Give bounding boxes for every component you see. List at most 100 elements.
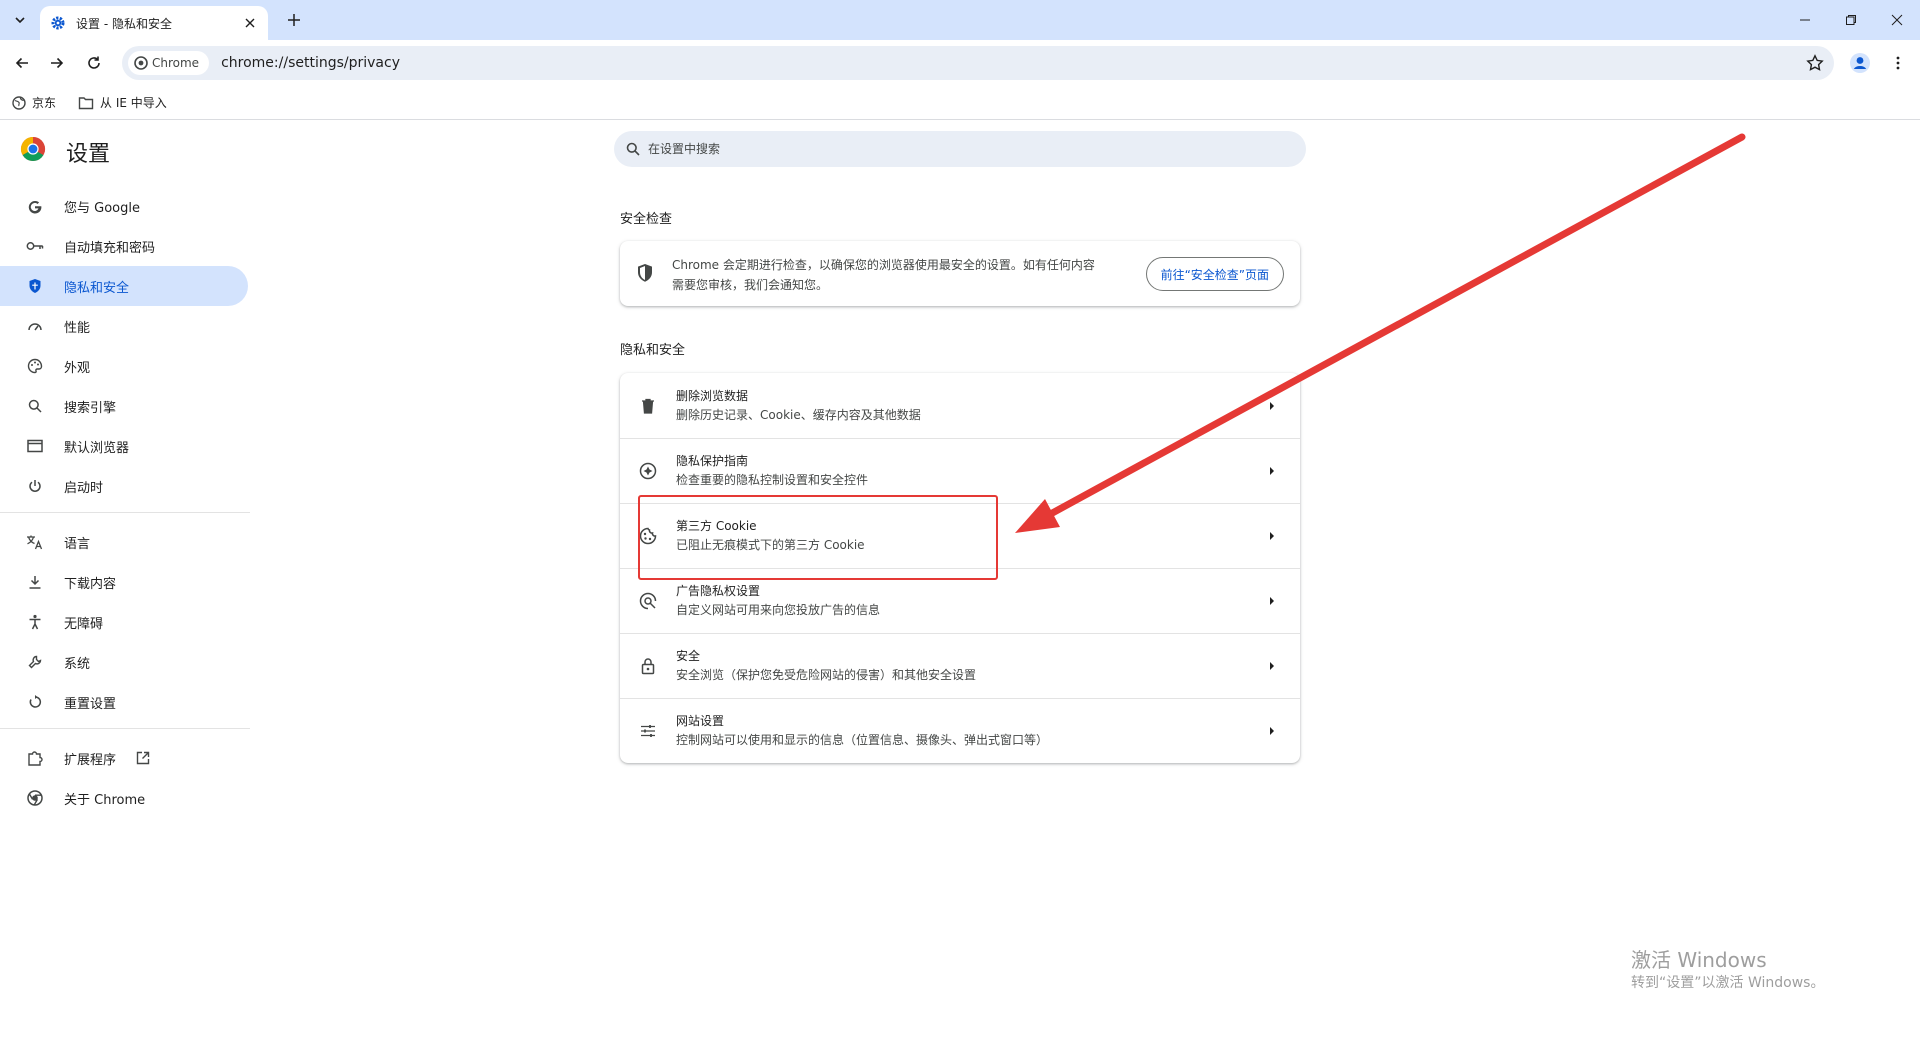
tab-search-button[interactable] <box>8 8 32 32</box>
wrench-icon <box>26 653 44 671</box>
chrome-icon <box>134 56 148 70</box>
safety-check-card: Chrome 会定期进行检查，以确保您的浏览器使用最安全的设置。如有任何内容需要… <box>620 241 1300 306</box>
nav-item-privacy[interactable]: 隐私和安全 <box>0 266 248 306</box>
nav-label: 扩展程序 <box>64 752 117 768</box>
globe-icon <box>12 95 26 110</box>
nav-item-about-chrome[interactable]: 关于 Chrome <box>0 778 248 818</box>
nav-item-languages[interactable]: 语言 <box>0 522 248 562</box>
reload-icon <box>88 56 100 69</box>
nav-divider <box>0 728 250 729</box>
nav-label: 性能 <box>64 320 91 336</box>
nav-item-default-browser[interactable]: 默认浏览器 <box>0 426 248 466</box>
row-subtitle: 控制网站可以使用和显示的信息（位置信息、摄像头、弹出式窗口等） <box>676 733 1049 747</box>
nav-item-accessibility[interactable]: 无障碍 <box>0 602 248 642</box>
nav-item-search-engine[interactable]: 搜索引擎 <box>0 386 248 426</box>
row-title: 广告隐私权设置 <box>676 584 761 598</box>
new-tab-button[interactable] <box>282 8 306 32</box>
back-button[interactable] <box>6 47 38 79</box>
site-info-chip[interactable]: Chrome <box>128 51 210 75</box>
settings-search[interactable] <box>614 131 1306 167</box>
arrow-right-icon <box>51 57 64 69</box>
bookmark-jd[interactable]: 京东 <box>12 94 56 111</box>
nav-label: 重置设置 <box>64 696 117 712</box>
nav-item-system[interactable]: 系统 <box>0 642 248 682</box>
search-input[interactable] <box>648 142 1248 156</box>
translate-icon <box>26 533 44 551</box>
more-vert-icon <box>1896 56 1900 70</box>
nav-item-autofill[interactable]: 自动填充和密码 <box>0 226 248 266</box>
close-icon[interactable] <box>242 15 258 31</box>
nav-item-performance[interactable]: 性能 <box>0 306 248 346</box>
forward-button[interactable] <box>41 47 73 79</box>
profile-button[interactable] <box>1844 47 1876 79</box>
nav-item-you-and-google[interactable]: 您与 Google <box>0 186 248 226</box>
key-icon <box>26 237 44 255</box>
row-title: 网站设置 <box>676 714 725 728</box>
nav-label: 外观 <box>64 360 91 376</box>
arrow-right-icon <box>1262 526 1282 546</box>
tab-title: 设置 - 隐私和安全 <box>76 16 172 31</box>
nav-label: 下载内容 <box>64 576 117 592</box>
safety-check-description: Chrome 会定期进行检查，以确保您的浏览器使用最安全的设置。如有任何内容需要… <box>672 258 1095 292</box>
chip-label: Chrome <box>152 56 200 70</box>
nav-item-downloads[interactable]: 下载内容 <box>0 562 248 602</box>
speedometer-icon <box>26 317 44 335</box>
nav-item-extensions[interactable]: 扩展程序 <box>0 738 248 778</box>
nav-label: 您与 Google <box>64 200 140 216</box>
search-icon <box>26 397 44 415</box>
search-icon <box>626 142 640 156</box>
shield-icon <box>26 277 44 295</box>
shield-check-icon <box>636 263 656 283</box>
chrome-icon <box>26 789 44 807</box>
nav-label: 自动填充和密码 <box>64 240 156 256</box>
row-title: 删除浏览数据 <box>676 388 749 403</box>
restore-icon <box>1846 15 1856 25</box>
url-text[interactable]: chrome://settings/privacy <box>221 55 400 71</box>
arrow-right-icon <box>1262 461 1282 481</box>
nav-label: 默认浏览器 <box>64 440 130 456</box>
tab-strip: 设置 - 隐私和安全 <box>0 0 1920 40</box>
compass-icon <box>638 461 658 481</box>
row-security[interactable]: 安全 安全浏览（保护您免受危险网站的侵害）和其他安全设置 <box>620 633 1300 698</box>
nav-label: 关于 Chrome <box>64 792 146 808</box>
toolbar: Chrome chrome://settings/privacy <box>0 40 1920 86</box>
minimize-button[interactable] <box>1782 0 1828 40</box>
address-bar[interactable]: Chrome chrome://settings/privacy <box>122 46 1834 80</box>
star-icon[interactable] <box>1806 54 1824 72</box>
menu-button[interactable] <box>1882 47 1914 79</box>
row-site-settings[interactable]: 网站设置 控制网站可以使用和显示的信息（位置信息、摄像头、弹出式窗口等） <box>620 698 1300 763</box>
nav-item-on-startup[interactable]: 启动时 <box>0 466 248 506</box>
minimize-icon <box>1800 19 1810 21</box>
avatar-icon <box>1850 53 1870 73</box>
plus-icon <box>288 14 300 26</box>
arrow-right-icon <box>1262 656 1282 676</box>
restore-button[interactable] <box>1828 0 1874 40</box>
row-clear-browsing-data[interactable]: 删除浏览数据 删除历史记录、Cookie、缓存内容及其他数据 <box>620 373 1300 438</box>
nav-item-reset[interactable]: 重置设置 <box>0 682 248 722</box>
bookmarks-bar: 京东 从 IE 中导入 <box>0 86 1920 120</box>
activation-watermark-text: 转到“设置”以激活 Windows。 <box>1631 975 1825 991</box>
go-to-safety-check-button[interactable]: 前往“安全检查”页面 <box>1145 257 1284 291</box>
nav-item-appearance[interactable]: 外观 <box>0 346 248 386</box>
bookmark-folder-ie[interactable]: 从 IE 中导入 <box>78 94 167 111</box>
close-window-button[interactable] <box>1874 0 1920 40</box>
power-icon <box>26 477 44 495</box>
row-privacy-guide[interactable]: 隐私保护指南 检查重要的隐私控制设置和安全控件 <box>620 438 1300 503</box>
puzzle-icon <box>26 749 44 767</box>
chevron-down-icon <box>15 17 25 24</box>
nav-label: 语言 <box>64 536 91 552</box>
nav-divider <box>0 512 250 513</box>
ad-privacy-icon <box>638 591 658 611</box>
chrome-logo <box>20 137 46 162</box>
privacy-heading: 隐私和安全 <box>620 343 686 358</box>
lock-icon <box>638 656 658 676</box>
bookmark-label: 京东 <box>32 96 57 110</box>
reload-button[interactable] <box>78 47 110 79</box>
active-tab[interactable]: 设置 - 隐私和安全 <box>40 6 268 40</box>
row-title: 安全 <box>676 649 701 663</box>
accessibility-icon <box>26 613 44 631</box>
nav-label: 启动时 <box>64 480 104 496</box>
activation-watermark-title: 激活 Windows <box>1631 948 1767 972</box>
arrow-right-icon <box>1262 591 1282 611</box>
bookmark-label: 从 IE 中导入 <box>100 96 167 110</box>
